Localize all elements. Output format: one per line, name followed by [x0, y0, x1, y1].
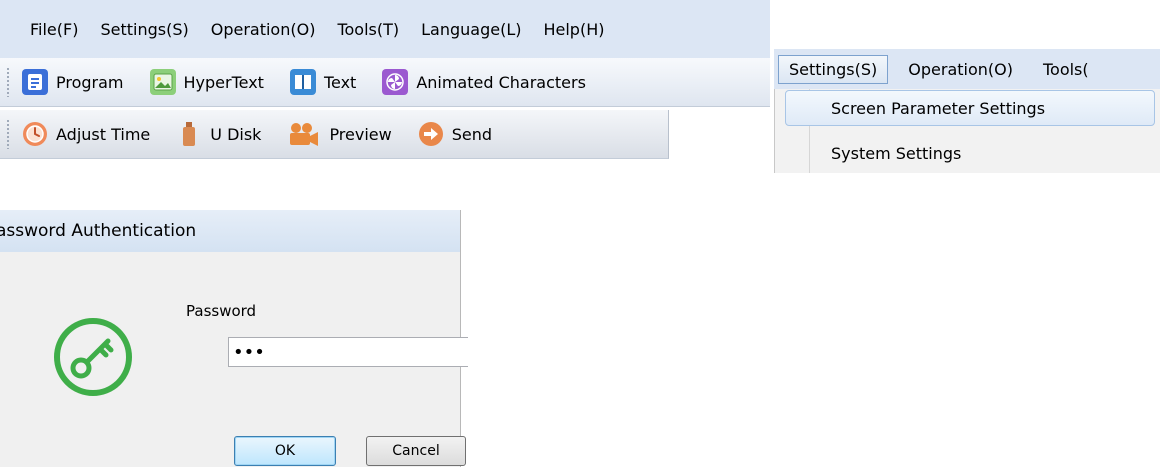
menu-file[interactable]: File(F) — [22, 20, 78, 39]
preview-button[interactable]: Preview — [287, 121, 392, 147]
usb-disk-icon — [176, 121, 202, 147]
adjust-time-button[interactable]: Adjust Time — [22, 121, 150, 147]
book-icon — [289, 69, 316, 95]
animated-characters-button[interactable]: Animated Characters — [382, 69, 586, 95]
menu-item-screen-parameter-settings[interactable]: Screen Parameter Settings — [785, 90, 1155, 126]
send-label: Send — [451, 124, 493, 144]
clock-icon — [22, 121, 48, 147]
key-icon — [48, 312, 138, 406]
program-button[interactable]: Program — [22, 69, 124, 95]
settings-dropdown: Screen Parameter Settings System Setting… — [774, 89, 1160, 173]
cancel-button[interactable]: Cancel — [366, 436, 466, 466]
send-button[interactable]: Send — [418, 121, 492, 147]
camera-icon — [287, 121, 321, 147]
text-label: Text — [323, 72, 357, 92]
menu-tools[interactable]: Tools(T) — [329, 20, 399, 39]
menu-operation[interactable]: Operation(O) — [908, 60, 1013, 79]
text-button[interactable]: Text — [289, 69, 357, 95]
adjust-time-label: Adjust Time — [56, 124, 151, 144]
dialog-title: assword Authentication — [0, 221, 197, 241]
toolbar-primary: Program HyperText Text Animated Characte… — [0, 58, 770, 107]
hypertext-button[interactable]: HyperText — [149, 69, 264, 95]
toolbar-secondary: Adjust Time U Disk Preview Send — [0, 110, 669, 159]
toolbar-grip[interactable] — [6, 67, 10, 97]
menu-item-label: Screen Parameter Settings — [831, 98, 1046, 118]
ok-button[interactable]: OK — [234, 436, 336, 466]
menu-language[interactable]: Language(L) — [413, 20, 521, 39]
password-input[interactable]: ••• — [228, 337, 468, 367]
pinwheel-icon — [382, 69, 409, 95]
main-menubar: File(F) Settings(S) Operation(O) Tools(T… — [0, 0, 770, 58]
settings-menubar: Settings(S) Operation(O) Tools( — [774, 49, 1160, 89]
menu-item-system-settings[interactable]: System Settings — [785, 136, 1153, 170]
menu-settings[interactable]: Settings(S) — [92, 20, 188, 39]
menu-help[interactable]: Help(H) — [535, 20, 604, 39]
menu-settings-open[interactable]: Settings(S) — [778, 54, 889, 84]
menu-tools[interactable]: Tools( — [1043, 60, 1089, 79]
password-dialog: assword Authentication Password ••• OK C… — [0, 210, 468, 467]
animated-characters-label: Animated Characters — [416, 72, 586, 92]
password-label: Password — [186, 302, 257, 320]
send-arrow-icon — [418, 121, 444, 147]
image-icon — [149, 69, 176, 95]
program-label: Program — [56, 72, 124, 92]
menu-item-label: System Settings — [831, 143, 962, 163]
program-icon — [22, 69, 48, 95]
preview-label: Preview — [329, 124, 392, 144]
dialog-titlebar[interactable]: assword Authentication — [0, 210, 460, 252]
hypertext-label: HyperText — [183, 72, 264, 92]
u-disk-label: U Disk — [210, 124, 262, 144]
u-disk-button[interactable]: U Disk — [176, 121, 261, 147]
toolbar-grip[interactable] — [6, 119, 10, 149]
menu-operation[interactable]: Operation(O) — [203, 20, 316, 39]
